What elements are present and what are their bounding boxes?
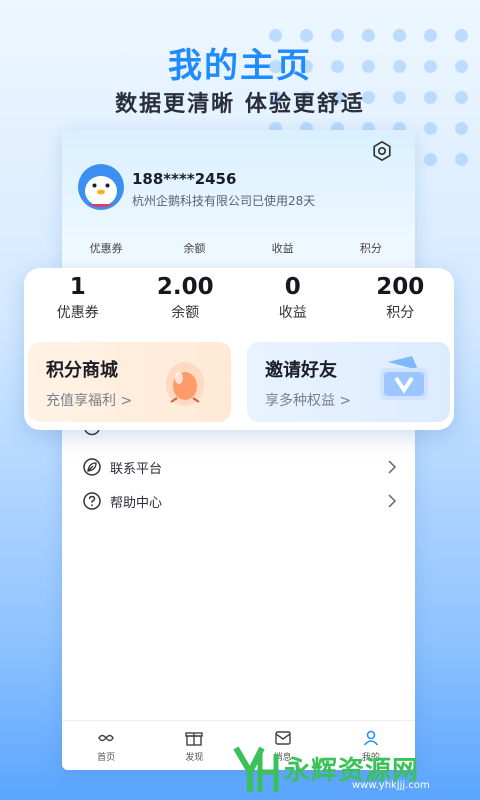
- menu-label-help: 帮助中心: [110, 495, 163, 511]
- stat-value: 1: [69, 274, 86, 300]
- leaf-icon: [83, 458, 101, 476]
- help-icon: [83, 492, 101, 510]
- gift-icon: [185, 732, 204, 746]
- mini-stat-coupon: 优惠券: [89, 242, 123, 255]
- stat-points[interactable]: 200 积分: [347, 274, 455, 342]
- stat-value: 200: [376, 274, 425, 300]
- home-icon: [98, 734, 114, 742]
- settings-gear-icon[interactable]: [371, 140, 393, 162]
- stat-label: 优惠券: [56, 305, 99, 321]
- avatar[interactable]: [78, 164, 124, 210]
- points-mall-button[interactable]: 积分商城 充值享福利 >: [28, 342, 231, 422]
- mini-stat-points: 积分: [359, 242, 382, 255]
- tab-discover[interactable]: 发现: [150, 721, 238, 770]
- stat-value: 2.00: [156, 274, 214, 300]
- menu-list: 联系平台 帮助中心: [62, 430, 415, 518]
- invite-friends-button[interactable]: 邀请好友 享多种权益 >: [247, 342, 450, 422]
- watermark-logo-icon: [233, 746, 279, 792]
- chevron-right-icon: [388, 494, 397, 508]
- watermark: 永辉资源网 www.yhkjjj.com: [232, 740, 472, 796]
- company-usage-line: 杭州企鹅科技有限公司已使用28天: [132, 194, 316, 208]
- menu-label-contact: 联系平台: [110, 461, 163, 477]
- hero-subtitle: 数据更清晰 体验更舒适: [115, 92, 365, 117]
- tab-home[interactable]: 首页: [62, 721, 150, 770]
- stat-income[interactable]: 0 收益: [239, 274, 347, 342]
- egg-mascot-icon: [166, 362, 204, 406]
- tab-label-home: 首页: [97, 753, 116, 763]
- mini-stats-row: 优惠券 余额 收益 积分: [62, 240, 415, 256]
- menu-item-contact[interactable]: 联系平台: [62, 450, 415, 484]
- hero-title: 我的主页: [168, 46, 312, 86]
- menu-item-partial: [62, 430, 415, 450]
- stats-row: 1 优惠券 2.00 余额 0 收益 200 积分: [24, 268, 454, 342]
- stat-value: 0: [284, 274, 301, 300]
- mini-stat-income: 收益: [271, 242, 294, 255]
- tab-label-discover: 发现: [185, 753, 204, 763]
- chevron-right-icon: [388, 460, 397, 474]
- phone-screen: 188****2456 杭州企鹅科技有限公司已使用28天 优惠券 余额 收益 积…: [62, 130, 415, 770]
- menu-item-help[interactable]: 帮助中心: [62, 484, 415, 518]
- stat-label: 余额: [171, 305, 200, 321]
- watermark-url: www.yhkjjj.com: [352, 780, 430, 791]
- vip-card-icon: [380, 356, 428, 400]
- stats-card: 1 优惠券 2.00 余额 0 收益 200 积分 积分商城 充值享福利 > 邀…: [24, 268, 454, 430]
- stat-label: 收益: [278, 305, 307, 321]
- user-phone: 188****2456: [132, 170, 237, 188]
- mini-stat-balance: 余额: [183, 242, 206, 255]
- stat-balance[interactable]: 2.00 余额: [132, 274, 240, 342]
- stat-coupon[interactable]: 1 优惠券: [24, 274, 132, 342]
- penguin-avatar-icon: [78, 164, 124, 210]
- partial-menu-icon: [84, 430, 100, 436]
- stat-label: 积分: [386, 305, 415, 321]
